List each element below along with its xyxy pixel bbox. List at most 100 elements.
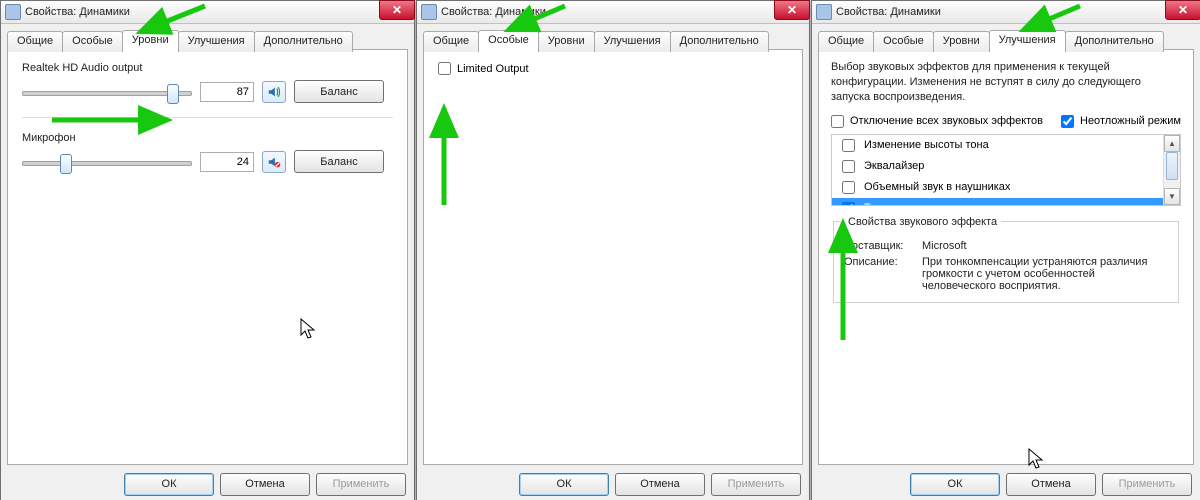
tab-content-custom: Limited Output	[423, 49, 803, 465]
tab-strip: Общие Особые Уровни Улучшения Дополнител…	[7, 29, 352, 50]
dialog-enhancements: Свойства: Динамики ✕ Общие Особые Уровни…	[811, 0, 1200, 500]
limited-output-input[interactable]	[438, 62, 451, 75]
scrollbar-thumb[interactable]	[1166, 152, 1178, 180]
tab-levels[interactable]: Уровни	[122, 30, 179, 51]
tab-advanced[interactable]: Дополнительно	[670, 31, 769, 52]
apply-button[interactable]: Применить	[316, 473, 406, 496]
tab-general[interactable]: Общие	[423, 31, 479, 52]
close-button[interactable]: ✕	[774, 0, 810, 20]
tab-content-enhancements: Выбор звуковых эффектов для применения к…	[818, 49, 1194, 465]
device2-volume-slider[interactable]	[22, 153, 192, 171]
apply-button[interactable]: Применить	[711, 473, 801, 496]
tab-custom[interactable]: Особые	[62, 31, 123, 52]
ok-button[interactable]: ОК	[124, 473, 214, 496]
device2-value[interactable]: 24	[200, 152, 254, 172]
cancel-button[interactable]: Отмена	[615, 473, 705, 496]
effect-row-loudness[interactable]: Тонкомпенсация	[832, 198, 1164, 206]
effect-checkbox[interactable]	[842, 160, 855, 173]
effect-row-equalizer[interactable]: Эквалайзер	[832, 156, 1164, 177]
dialog-levels: Свойства: Динамики ✕ Общие Особые Уровни…	[0, 0, 415, 500]
dialog-footer: ОК Отмена Применить	[417, 467, 809, 500]
effect-checkbox[interactable]	[842, 202, 855, 206]
device1-volume-slider[interactable]	[22, 83, 192, 101]
tab-content-levels: Realtek HD Audio output 87 Баланс Микроф…	[7, 49, 408, 465]
device1-value[interactable]: 87	[200, 82, 254, 102]
tab-enhance[interactable]: Улучшения	[989, 30, 1066, 51]
titlebar[interactable]: Свойства: Динамики ✕	[812, 1, 1200, 24]
speaker-app-icon	[5, 4, 21, 20]
speaker-app-icon	[421, 4, 437, 20]
tab-levels[interactable]: Уровни	[538, 31, 595, 52]
tab-general[interactable]: Общие	[818, 31, 874, 52]
effect-row-surround[interactable]: Объемный звук в наушниках	[832, 177, 1164, 198]
description-key: Описание:	[844, 256, 922, 292]
effect-checkbox[interactable]	[842, 181, 855, 194]
limited-output-label: Limited Output	[457, 63, 529, 75]
enhancements-description: Выбор звуковых эффектов для применения к…	[831, 60, 1181, 105]
device1-mute-button[interactable]	[262, 81, 286, 103]
close-button[interactable]: ✕	[379, 0, 415, 20]
dialog-custom: Свойства: Динамики ✕ Общие Особые Уровни…	[416, 0, 810, 500]
speaker-app-icon	[816, 4, 832, 20]
titlebar[interactable]: Свойства: Динамики ✕	[1, 1, 414, 24]
effect-properties-legend: Свойства звукового эффекта	[844, 216, 1001, 228]
effect-label: Объемный звук в наушниках	[864, 181, 1010, 193]
speaker-muted-icon	[267, 155, 281, 169]
urgent-mode-label: Неотложный режим	[1080, 115, 1181, 127]
tab-general[interactable]: Общие	[7, 31, 63, 52]
device1-balance-button[interactable]: Баланс	[294, 80, 384, 103]
disable-all-effects-label: Отключение всех звуковых эффектов	[850, 115, 1043, 127]
disable-all-effects-checkbox[interactable]: Отключение всех звуковых эффектов	[831, 115, 1043, 128]
close-icon: ✕	[1178, 4, 1188, 16]
device2-mute-button[interactable]	[262, 151, 286, 173]
tab-enhance[interactable]: Улучшения	[594, 31, 671, 52]
close-icon: ✕	[392, 4, 402, 16]
close-button[interactable]: ✕	[1165, 0, 1200, 20]
device1-label: Realtek HD Audio output	[22, 62, 393, 74]
disable-all-effects-input[interactable]	[831, 115, 844, 128]
tab-custom[interactable]: Особые	[478, 30, 539, 51]
window-title: Свойства: Динамики	[836, 6, 941, 18]
scroll-up-arrow-icon[interactable]: ▲	[1164, 135, 1180, 152]
separator	[22, 117, 393, 118]
stage: Свойства: Динамики ✕ Общие Особые Уровни…	[0, 0, 1200, 500]
tab-advanced[interactable]: Дополнительно	[254, 31, 353, 52]
urgent-mode-checkbox[interactable]: Неотложный режим	[1061, 115, 1181, 128]
limited-output-checkbox[interactable]: Limited Output	[438, 62, 788, 75]
effect-label: Изменение высоты тона	[864, 139, 989, 151]
tab-strip: Общие Особые Уровни Улучшения Дополнител…	[818, 29, 1163, 50]
close-icon: ✕	[787, 4, 797, 16]
effect-label: Эквалайзер	[864, 160, 924, 172]
description-value: При тонкомпенсации устраняются различия …	[922, 256, 1168, 292]
ok-button[interactable]: ОК	[910, 473, 1000, 496]
effect-checkbox[interactable]	[842, 139, 855, 152]
effect-label: Тонкомпенсация	[864, 202, 949, 206]
effect-properties-group: Свойства звукового эффекта Поставщик:Mic…	[833, 216, 1179, 303]
slider-thumb[interactable]	[60, 154, 72, 174]
tab-enhance[interactable]: Улучшения	[178, 31, 255, 52]
provider-key: Поставщик:	[844, 240, 922, 252]
apply-button[interactable]: Применить	[1102, 473, 1192, 496]
window-title: Свойства: Динамики	[25, 6, 130, 18]
titlebar[interactable]: Свойства: Динамики ✕	[417, 1, 809, 24]
cancel-button[interactable]: Отмена	[220, 473, 310, 496]
device2-label: Микрофон	[22, 132, 393, 144]
tab-custom[interactable]: Особые	[873, 31, 934, 52]
tab-advanced[interactable]: Дополнительно	[1065, 31, 1164, 52]
effects-scrollbar[interactable]: ▲ ▼	[1163, 135, 1180, 205]
urgent-mode-input[interactable]	[1061, 115, 1074, 128]
window-title: Свойства: Динамики	[441, 6, 546, 18]
scroll-down-arrow-icon[interactable]: ▼	[1164, 188, 1180, 205]
tab-strip: Общие Особые Уровни Улучшения Дополнител…	[423, 29, 768, 50]
effects-listbox[interactable]: Изменение высоты тона Эквалайзер Объемны…	[831, 134, 1181, 206]
dialog-footer: ОК Отмена Применить	[1, 467, 414, 500]
provider-value: Microsoft	[922, 240, 1168, 252]
effect-row-pitch[interactable]: Изменение высоты тона	[832, 135, 1164, 156]
dialog-footer: ОК Отмена Применить	[812, 467, 1200, 500]
cancel-button[interactable]: Отмена	[1006, 473, 1096, 496]
slider-thumb[interactable]	[167, 84, 179, 104]
speaker-icon	[267, 85, 281, 99]
ok-button[interactable]: ОК	[519, 473, 609, 496]
tab-levels[interactable]: Уровни	[933, 31, 990, 52]
device2-balance-button[interactable]: Баланс	[294, 150, 384, 173]
